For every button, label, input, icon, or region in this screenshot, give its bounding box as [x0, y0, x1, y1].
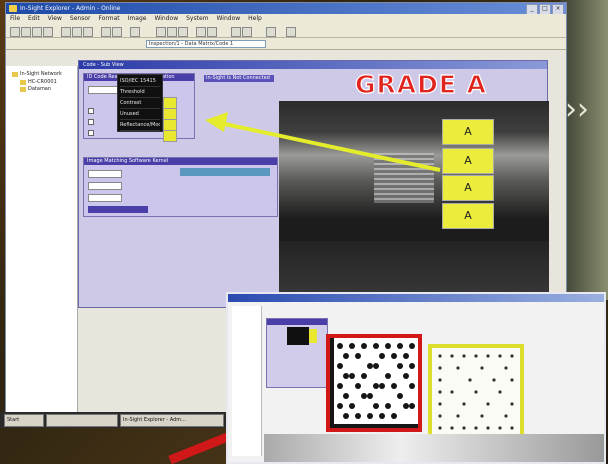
inset-tree-pane [232, 306, 262, 456]
inset-title-bar [228, 294, 604, 302]
dropdown[interactable] [287, 327, 309, 345]
panel-header [267, 319, 327, 325]
yellow-arrow-icon [205, 112, 441, 172]
inset-settings-panel [266, 318, 328, 388]
grade-indicator [309, 329, 317, 343]
data-matrix-code-icon [330, 338, 418, 428]
inset-screenshot [226, 292, 606, 464]
taskbar-item-insight[interactable]: In-Sight Explorer - Adm... [120, 414, 224, 427]
taskbar: Start In-Sight Explorer - Adm... [0, 412, 226, 428]
red-highlight-box [326, 334, 422, 432]
start-button[interactable]: Start [4, 414, 44, 427]
inset-part-image [264, 434, 604, 462]
data-matrix-code-icon [438, 354, 514, 430]
yellow-highlight-box [428, 344, 524, 440]
taskbar-item[interactable] [46, 414, 118, 427]
